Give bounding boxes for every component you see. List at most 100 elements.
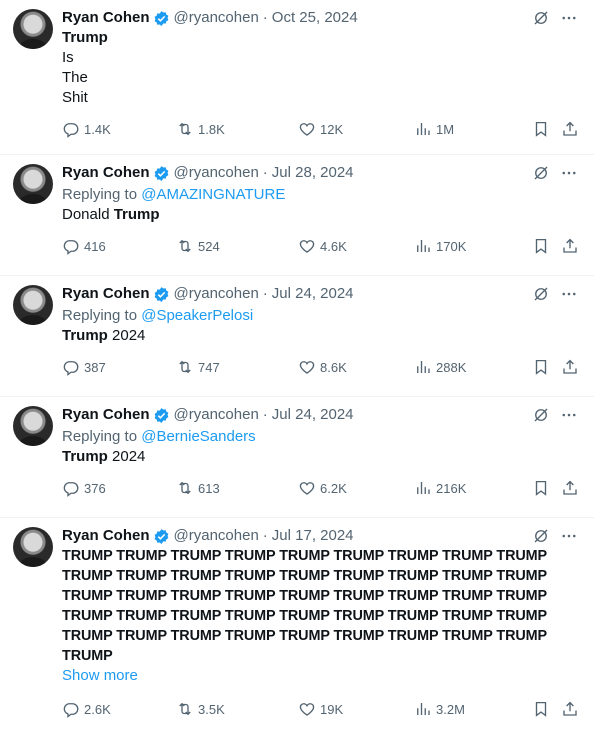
share-button[interactable] [561,237,583,255]
replying-to-link[interactable]: @SpeakerPelosi [141,307,253,324]
share-button[interactable] [561,358,583,376]
like-count: 4.6K [320,238,347,254]
views-count: 3.2M [436,701,465,717]
tweet-text: TRUMP TRUMP TRUMP TRUMP TRUMP TRUMP TRUM… [62,546,578,666]
bookmark-button[interactable] [532,237,554,255]
author-name[interactable]: Ryan Cohen [62,405,150,425]
tweet-header-icons [532,163,578,183]
author-handle[interactable]: @ryancohen [174,405,259,425]
verified-badge-icon [154,165,168,181]
like-count: 8.6K [320,359,347,375]
views-button[interactable]: 288K [414,358,466,376]
repost-icon [179,360,191,374]
tweet-date[interactable]: Jul 24, 2024 [272,284,354,304]
tweet-line: Trump [62,29,108,46]
grok-icon[interactable] [532,285,550,303]
tweet[interactable]: Ryan Cohen @ryancohen · Jul 28, 2024 Rep… [0,155,594,276]
repost-button[interactable]: 613 [176,479,220,497]
replying-to-link[interactable]: @AMAZINGNATURE [141,186,285,203]
verified-badge-icon [154,286,168,302]
share-icon [563,480,577,495]
tweet-date[interactable]: Jul 24, 2024 [272,405,354,425]
tweet-actions: 1.4K 1.8K 12K 1M [62,108,578,150]
repost-button[interactable]: 747 [176,358,220,376]
more-icon[interactable] [560,406,578,424]
author-handle[interactable]: @ryancohen [174,8,259,28]
bookmark-icon [535,121,547,137]
like-button[interactable]: 4.6K [298,237,347,255]
more-icon[interactable] [560,285,578,303]
bookmark-icon [535,359,547,375]
repost-button[interactable]: 524 [176,237,220,255]
views-icon [417,361,430,373]
bookmark-button[interactable] [532,120,554,138]
bookmark-button[interactable] [532,358,554,376]
avatar[interactable] [13,285,53,325]
reply-button[interactable]: 1.4K [62,120,111,138]
like-icon [299,703,315,716]
tweet-date[interactable]: Jul 28, 2024 [272,163,354,183]
views-count: 216K [436,480,467,496]
separator: · [262,406,268,423]
tweet[interactable]: Ryan Cohen @ryancohen · Jul 24, 2024 Rep… [0,397,594,518]
share-button[interactable] [561,479,583,497]
author-name[interactable]: Ryan Cohen [62,284,150,304]
author-handle[interactable]: @ryancohen [174,163,259,183]
like-icon [299,123,315,136]
like-button[interactable]: 6.2K [298,479,347,497]
tweet-date[interactable]: Jul 17, 2024 [272,526,354,546]
author-handle[interactable]: @ryancohen [174,284,259,304]
more-icon[interactable] [560,9,578,27]
grok-icon[interactable] [532,164,550,182]
avatar[interactable] [13,164,53,204]
like-button[interactable]: 8.6K [298,358,347,376]
reply-button[interactable]: 416 [62,237,106,255]
reply-button[interactable]: 376 [62,479,106,497]
avatar[interactable] [13,406,53,446]
tweet-text-plain: 2024 [112,448,146,465]
bookmark-button[interactable] [532,479,554,497]
tweet-line: TRUMP TRUMP TRUMP TRUMP TRUMP TRUMP TRUM… [62,568,548,584]
views-button[interactable]: 216K [414,479,466,497]
like-button[interactable]: 12K [298,120,343,138]
reply-count: 387 [84,359,106,375]
avatar[interactable] [13,9,53,49]
tweet-header: Ryan Cohen @ryancohen · Jul 28, 2024 [62,163,578,183]
author-name[interactable]: Ryan Cohen [62,163,150,183]
more-icon[interactable] [560,527,578,545]
replying-to-link[interactable]: @BernieSanders [141,428,255,445]
avatar[interactable] [13,527,53,567]
separator: · [262,164,268,181]
author-handle[interactable]: @ryancohen [174,526,259,546]
tweet-header-icons [532,8,578,28]
author-name[interactable]: Ryan Cohen [62,8,150,28]
tweet-date[interactable]: Oct 25, 2024 [272,8,358,28]
repost-button[interactable]: 3.5K [176,700,225,718]
tweet-header: Ryan Cohen @ryancohen · Jul 24, 2024 [62,284,578,304]
reply-count: 1.4K [84,121,111,137]
tweet-line: Is [62,49,74,66]
reply-icon [63,482,79,497]
tweet[interactable]: Ryan Cohen @ryancohen · Jul 24, 2024 Rep… [0,276,594,397]
grok-icon[interactable] [532,406,550,424]
grok-icon[interactable] [532,9,550,27]
tweet[interactable]: Ryan Cohen @ryancohen · Jul 17, 2024 TRU… [0,518,594,735]
views-button[interactable]: 1M [414,120,454,138]
bookmark-button[interactable] [532,700,554,718]
views-button[interactable]: 3.2M [414,700,465,718]
views-button[interactable]: 170K [414,237,466,255]
repost-button[interactable]: 1.8K [176,120,225,138]
grok-icon[interactable] [532,527,550,545]
reply-button[interactable]: 2.6K [62,700,111,718]
share-button[interactable] [561,700,583,718]
show-more-link[interactable]: Show more [62,666,138,686]
author-name[interactable]: Ryan Cohen [62,526,150,546]
tweet-text: Donald Trump [62,205,578,225]
more-icon[interactable] [560,164,578,182]
views-count: 1M [436,121,455,137]
repost-icon [179,702,191,716]
tweet[interactable]: Ryan Cohen @ryancohen · Oct 25, 2024 Tru… [0,0,594,155]
reply-button[interactable]: 387 [62,358,106,376]
share-button[interactable] [561,120,583,138]
like-button[interactable]: 19K [298,700,343,718]
